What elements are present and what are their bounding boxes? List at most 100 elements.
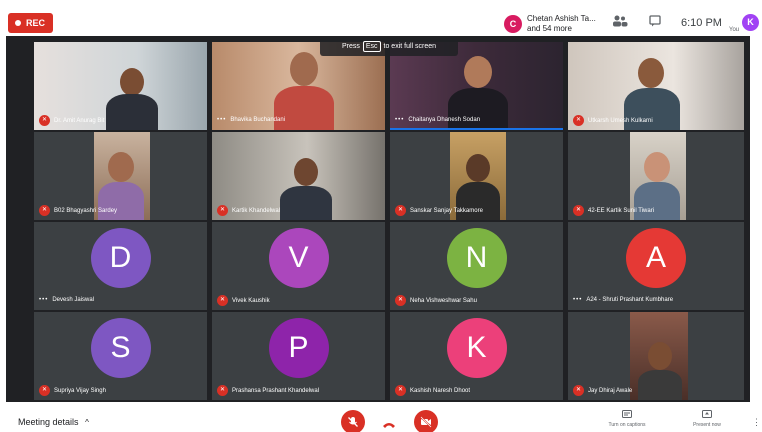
- presenter-name: Chetan Ashish Ta...: [527, 14, 596, 23]
- more-dots-icon: •••: [39, 297, 49, 303]
- participant-tile[interactable]: ✕ Jay Dhiraj Awale: [568, 312, 744, 400]
- participant-grid: ✕ Dr. Amit Anurag Bit ••• Bhavika Buchanda…: [6, 36, 750, 402]
- mic-off-icon: ✕: [39, 115, 50, 126]
- fullscreen-banner: Press Esc to exit full screen: [320, 38, 458, 56]
- participant-tile[interactable]: ✕ 42-EE Kartik Sunil Tiwari: [568, 132, 744, 220]
- mic-off-icon: ✕: [573, 205, 584, 216]
- bottom-bar: Meeting details ^ Turn on captions Prese…: [0, 402, 762, 432]
- captions-button[interactable]: Turn on captions: [602, 410, 652, 428]
- participant-avatar: S: [90, 318, 151, 378]
- more-dots-icon: •••: [217, 117, 227, 123]
- mic-off-icon: ✕: [217, 385, 228, 396]
- participant-name: ✕ 42-EE Kartik Sunil Tiwari: [573, 205, 654, 216]
- participant-tile[interactable]: D ••• Devesh Jaiswal: [34, 222, 207, 310]
- present-button[interactable]: Present now: [682, 410, 732, 428]
- participant-name: ✕ Neha Vishweshwar Sahu: [395, 295, 477, 306]
- mic-off-icon: ✕: [39, 385, 50, 396]
- participant-body: [280, 186, 332, 220]
- participant-name: ✕ B02 Bhagyashri Sardey: [39, 205, 117, 216]
- mic-off-icon: ✕: [395, 205, 406, 216]
- participant-name: ✕ Jay Dhiraj Awale: [573, 385, 632, 396]
- participant-avatar: P: [268, 318, 329, 378]
- participant-name: ✕ Dr. Amit Anurag Bit: [39, 115, 104, 126]
- participant-tile[interactable]: K ✕ Kashish Naresh Dhoot: [390, 312, 563, 400]
- participant-head: [466, 154, 490, 182]
- participant-tile[interactable]: N ✕ Neha Vishweshwar Sahu: [390, 222, 563, 310]
- hangup-button[interactable]: [382, 418, 396, 432]
- participant-head: [464, 56, 492, 88]
- meeting-details-label: Meeting details: [18, 417, 79, 427]
- participant-name: ✕ Prashansa Prashant Khandelwal: [217, 385, 319, 396]
- presenter-chip[interactable]: C Chetan Ashish Ta... and 54 more: [504, 12, 600, 38]
- clock: 6:10 PM: [681, 17, 722, 29]
- chat-icon[interactable]: [647, 15, 663, 29]
- banner-press: Press: [341, 43, 360, 50]
- participant-name: ••• Chaitanya Dhanesh Sodan: [395, 115, 480, 126]
- captions-icon: [602, 410, 652, 422]
- participant-avatar: K: [446, 318, 507, 378]
- meet-window: REC C Chetan Ashish Ta... and 54 more 6:…: [0, 0, 762, 432]
- mic-off-icon: ✕: [395, 385, 406, 396]
- participant-name: ••• Bhavika Buchandani: [217, 115, 285, 126]
- esc-key: Esc: [362, 41, 381, 52]
- top-bar: REC C Chetan Ashish Ta... and 54 more 6:…: [0, 0, 762, 40]
- participant-body: [638, 370, 682, 400]
- participant-head: [290, 52, 318, 86]
- participant-tile[interactable]: ✕ B02 Bhagyashri Sardey: [34, 132, 207, 220]
- participant-tile[interactable]: P ✕ Prashansa Prashant Khandelwal: [212, 312, 385, 400]
- camera-toggle-button[interactable]: [414, 410, 438, 432]
- participant-avatar: N: [446, 228, 507, 288]
- participant-tile[interactable]: ✕ Dr. Amit Anurag Bit: [34, 42, 207, 130]
- participant-name: ✕ Vivek Kaushik: [217, 295, 270, 306]
- participant-tile[interactable]: ✕ Kartik Khandelwal: [212, 132, 385, 220]
- chevron-up-icon: ^: [85, 418, 89, 427]
- participant-body: [106, 94, 158, 130]
- participant-avatar: V: [268, 228, 329, 288]
- participant-tile[interactable]: ✕ Sanskar Sanjay Takkamore: [390, 132, 563, 220]
- participant-name: ••• Devesh Jaiswal: [39, 295, 94, 306]
- captions-label: Turn on captions: [608, 422, 646, 428]
- presenter-more: and 54 more: [527, 24, 572, 33]
- participant-head: [638, 58, 664, 88]
- mic-off-icon: ✕: [573, 385, 584, 396]
- mic-off-icon: ✕: [39, 205, 50, 216]
- presenter-avatar: C: [504, 15, 522, 33]
- participant-name: ✕ Sanskar Sanjay Takkamore: [395, 205, 483, 216]
- mic-toggle-button[interactable]: [341, 410, 365, 432]
- participant-head: [294, 158, 318, 186]
- participant-name: ✕ Utkarsh Umesh Kulkarni: [573, 115, 653, 126]
- self-avatar[interactable]: K: [742, 14, 759, 31]
- mic-off-icon: [347, 417, 359, 431]
- mic-off-icon: ✕: [217, 205, 228, 216]
- people-icon[interactable]: [612, 15, 628, 29]
- present-label: Present now: [693, 422, 721, 428]
- participant-head: [108, 152, 134, 182]
- camera-off-icon: [420, 416, 432, 431]
- participant-tile[interactable]: ✕ Utkarsh Umesh Kulkarni: [568, 42, 744, 130]
- recording-badge: REC: [8, 13, 54, 33]
- participant-tile[interactable]: V ✕ Vivek Kaushik: [212, 222, 385, 310]
- participant-name: ✕ Kartik Khandelwal: [217, 205, 280, 216]
- participant-head: [648, 342, 672, 370]
- meeting-details-button[interactable]: Meeting details ^: [18, 417, 89, 427]
- participant-name: ✕ Supriya Vijay Singh: [39, 385, 106, 396]
- participant-head: [644, 152, 670, 182]
- participant-name: ✕ Kashish Naresh Dhoot: [395, 385, 470, 396]
- mic-off-icon: ✕: [573, 115, 584, 126]
- participant-tile[interactable]: A ••• A24 - Shruti Prashant Kumbhare: [568, 222, 744, 310]
- more-vert-icon[interactable]: ⋮: [752, 417, 761, 428]
- mic-off-icon: ✕: [395, 295, 406, 306]
- participant-head: [120, 68, 144, 96]
- mic-off-icon: ✕: [217, 295, 228, 306]
- present-icon: [682, 410, 732, 422]
- presenter-text: Chetan Ashish Ta... and 54 more: [527, 14, 601, 34]
- participant-avatar: D: [90, 228, 151, 288]
- you-label: You: [729, 27, 740, 33]
- banner-rest: to exit full screen: [383, 43, 437, 50]
- more-dots-icon: •••: [395, 117, 405, 123]
- participant-avatar: A: [626, 228, 686, 288]
- participant-tile[interactable]: S ✕ Supriya Vijay Singh: [34, 312, 207, 400]
- active-speaker-indicator: [390, 128, 563, 130]
- more-dots-icon: •••: [573, 297, 583, 303]
- participant-name: ••• A24 - Shruti Prashant Kumbhare: [573, 295, 673, 306]
